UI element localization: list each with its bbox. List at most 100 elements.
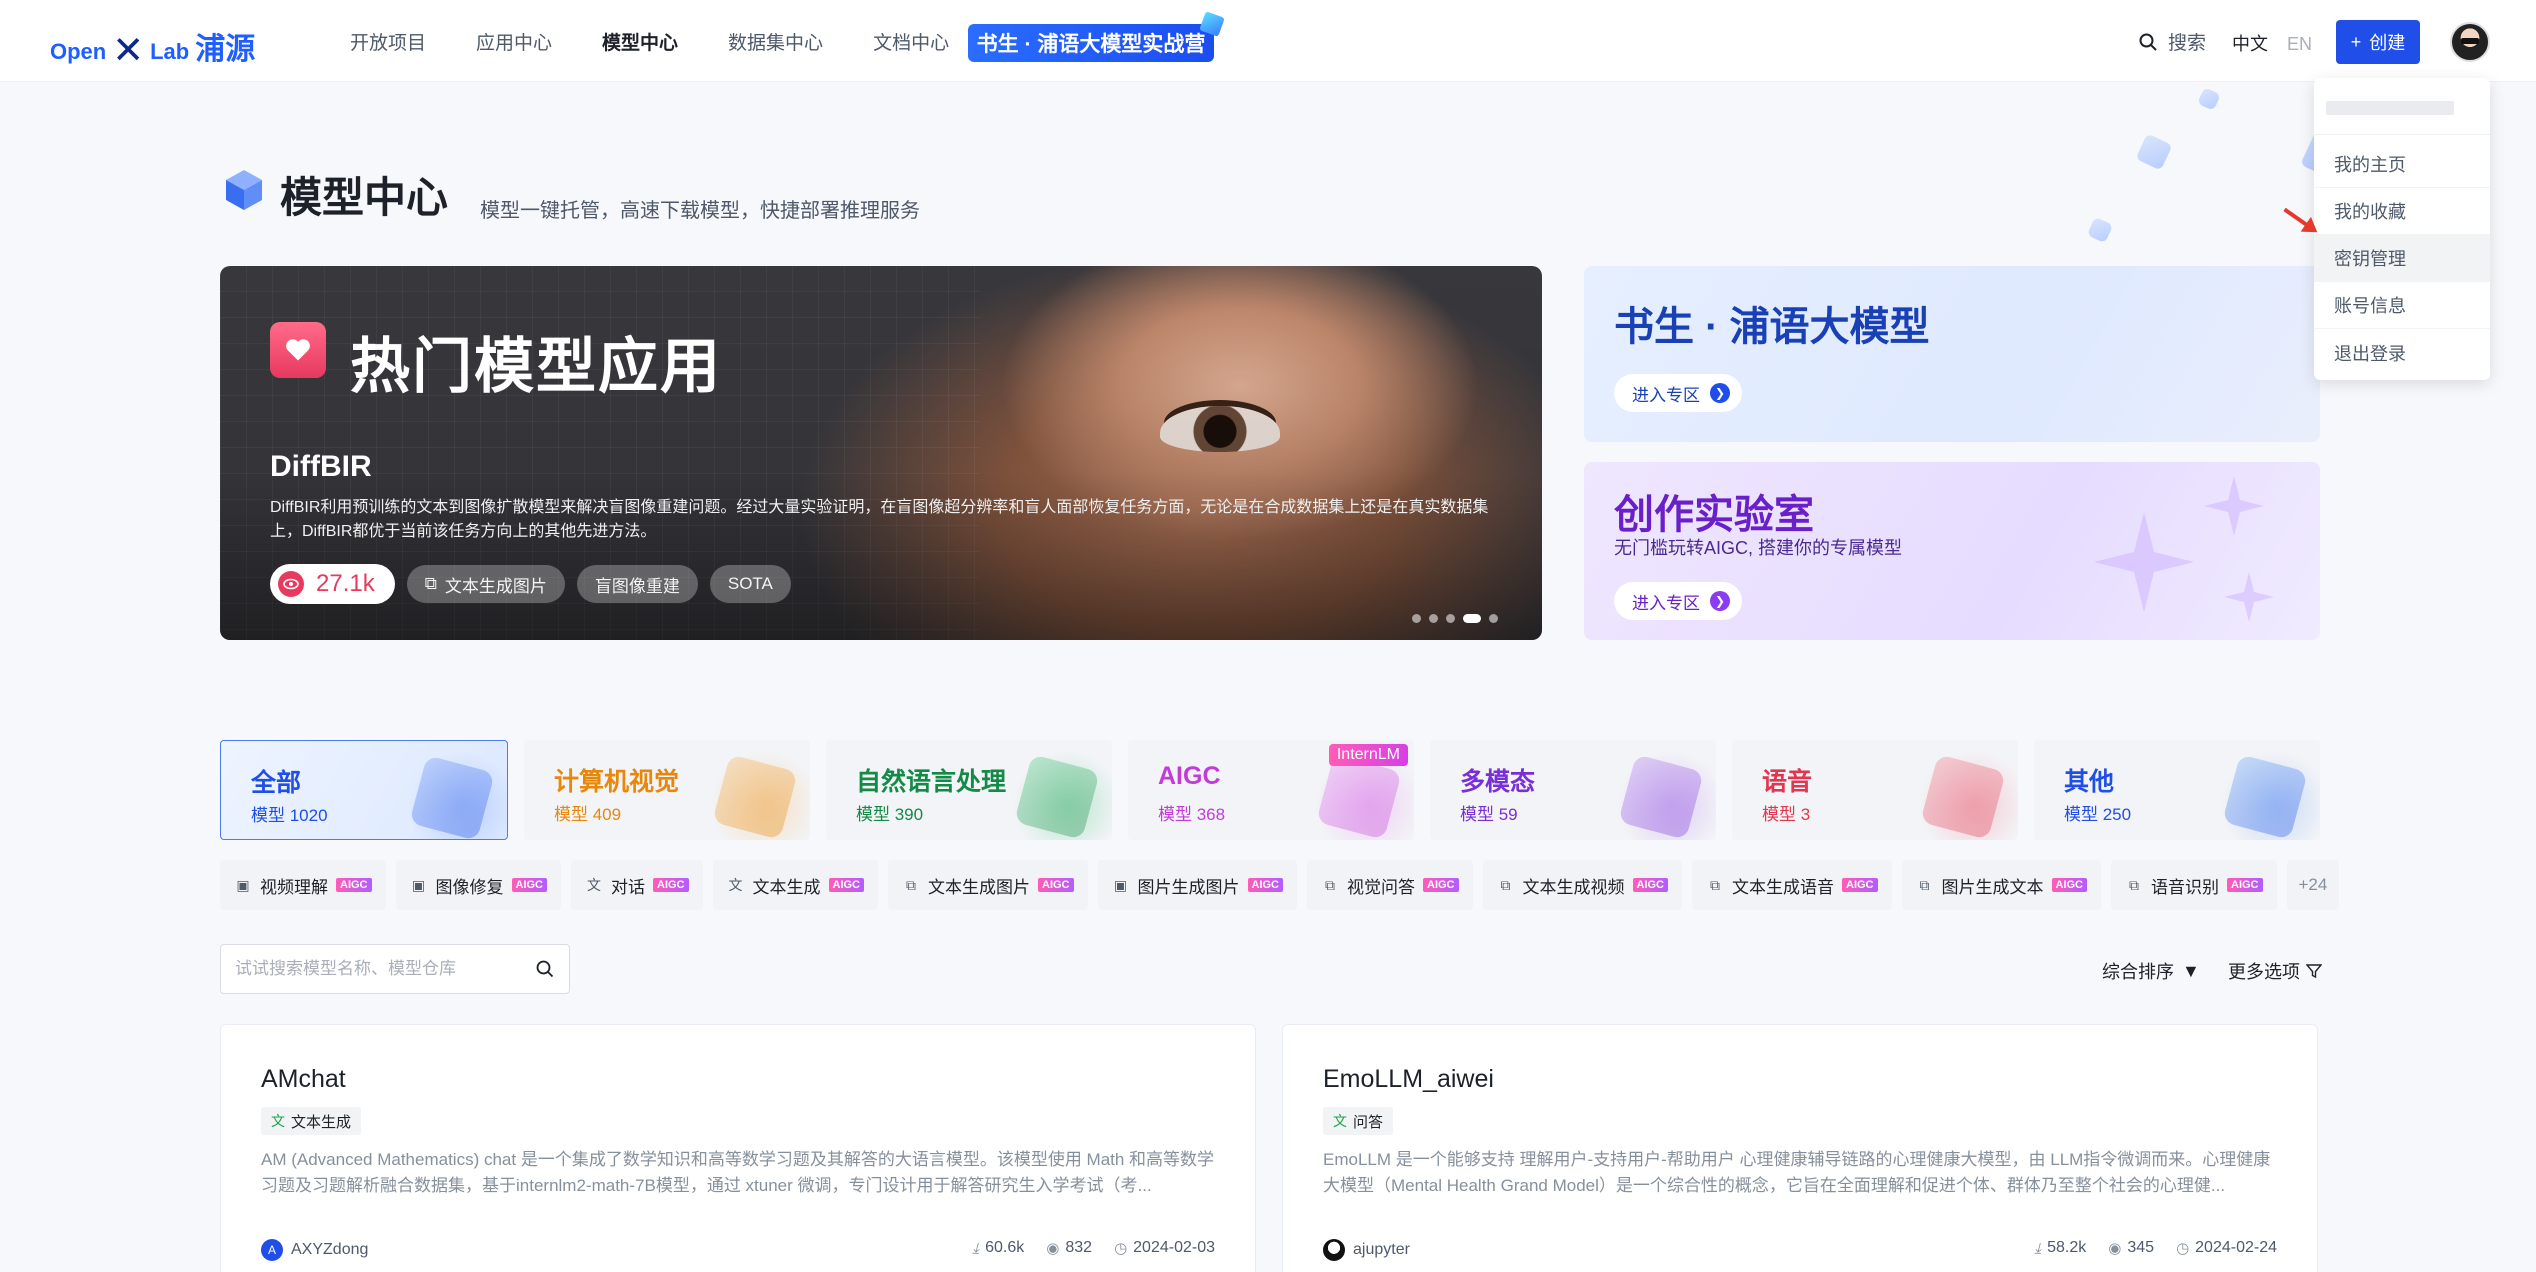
aigc-badge: AIGC [1247, 878, 1283, 892]
carousel-dot[interactable] [1489, 614, 1498, 623]
download-icon: ⤓ [972, 1239, 980, 1257]
task-tag[interactable]: 文对话 AIGC [571, 860, 703, 910]
nav-open-projects[interactable]: 开放项目 [350, 28, 426, 55]
hero-tag[interactable]: ⧉ 文本生成图片 [406, 565, 565, 603]
date-value: 2024-02-03 [1133, 1239, 1215, 1256]
model-title[interactable]: EmoLLM_aiwei [1323, 1065, 1494, 1094]
task-tag[interactable]: ⧉ 文本生成图片 AIGC [888, 860, 1088, 910]
model-title[interactable]: AMchat [261, 1065, 346, 1094]
promo-creation-lab[interactable]: 创作实验室 无门槛玩转AIGC, 搭建你的专属模型 进入专区 ❯ [1584, 462, 2320, 640]
aigc-badge: AIGC [1038, 878, 1074, 892]
task-tag-label: 图片生成文本 [1941, 877, 2044, 897]
category-name: 计算机视觉 [554, 768, 680, 796]
promo-title: 书生 · 浦语大模型 [1614, 305, 1930, 349]
category-count: 模型 3 [1762, 805, 1811, 824]
filter-icon [2306, 964, 2322, 979]
model-tag[interactable]: 文 问答 [1323, 1107, 1394, 1135]
more-options-button[interactable]: 更多选项 [2228, 958, 2322, 984]
model-author[interactable]: ajupyter [1323, 1239, 1410, 1261]
task-tag[interactable]: ⧉ 图片生成文本 AIGC [1901, 860, 2101, 910]
category-speech[interactable]: 语音 模型 3 [1732, 740, 2018, 840]
category-nlp[interactable]: 自然语言处理 模型 390 [826, 740, 1112, 840]
task-tag-label: 文本生成视频 [1522, 877, 1625, 897]
enter-zone-button[interactable]: 进入专区 ❯ [1614, 582, 1742, 620]
menu-logout[interactable]: 退出登录 [2314, 329, 2490, 376]
category-all[interactable]: 全部 模型 1020 [220, 740, 508, 840]
model-tag[interactable]: 文 文本生成 [261, 1107, 362, 1135]
page-subtitle: 模型一键托管，高速下载模型，快捷部署推理服务 [480, 200, 920, 222]
lang-zh[interactable]: 中文 [2232, 34, 2268, 54]
carousel-dot[interactable] [1463, 614, 1481, 623]
task-tag-label: 语音识别 [2151, 877, 2219, 897]
hero-views-value: 27.1k [316, 570, 375, 597]
translate-icon: 文 [587, 877, 601, 893]
model-stats: ⤓ 58.2k ◉ 345 ◷ 2024-02-24 [2034, 1239, 2277, 1257]
aigc-badge: AIGC [2051, 878, 2087, 892]
menu-key-management[interactable]: 密钥管理 [2314, 235, 2490, 282]
plus-icon: + [2350, 31, 2362, 52]
download-count: ⤓ 60.6k [972, 1239, 1024, 1257]
nav-model-center[interactable]: 模型中心 [602, 28, 678, 55]
model-tag-label: 文本生成 [291, 1113, 352, 1131]
hero-tag-label: 文本生成图片 [444, 576, 547, 596]
top-header: Open ✕ Lab 浦源 开放项目 应用中心 模型中心 数据集中心 文档中心 … [0, 0, 2536, 82]
view-count: ◉ 345 [2108, 1239, 2154, 1257]
user-avatar[interactable] [2450, 22, 2490, 62]
task-tag[interactable]: ▣ 图片生成图片 AIGC [1097, 860, 1297, 910]
category-other[interactable]: 其他 模型 250 [2034, 740, 2320, 840]
task-tag[interactable]: ▣ 视频理解 AIGC [220, 860, 386, 910]
task-tags: ▣ 视频理解 AIGC ▣ 图像修复 AIGC 文对话 AIGC 文文本生成 AIGC ⧉ 文本生成图… [220, 860, 2340, 910]
lang-en[interactable]: EN [2287, 34, 2312, 54]
model-search-input[interactable] [235, 959, 535, 979]
promo-internlm[interactable]: 书生 · 浦语大模型 进入专区 ❯ [1584, 266, 2320, 442]
download-icon: ⤓ [2034, 1239, 2042, 1257]
hero-model-name[interactable]: DiffBIR [270, 450, 372, 484]
hero-tag[interactable]: 盲图像重建 [576, 565, 698, 603]
menu-my-favorites[interactable]: 我的收藏 [2314, 188, 2490, 235]
nav-dataset-center[interactable]: 数据集中心 [728, 28, 823, 55]
carousel-dot[interactable] [1412, 614, 1421, 623]
decor-cube [2197, 87, 2221, 111]
logo-text-puyuan: 浦源 [195, 33, 256, 66]
menu-my-home[interactable]: 我的主页 [2314, 141, 2490, 188]
category-multimodal[interactable]: 多模态 模型 59 [1430, 740, 1716, 840]
menu-account-info[interactable]: 账号信息 [2314, 282, 2490, 329]
task-tag[interactable]: ⧉ 视觉问答 AIGC [1307, 860, 1473, 910]
task-tag[interactable]: ▣ 图像修复 AIGC [395, 860, 561, 910]
openxlab-logo[interactable]: Open ✕ Lab 浦源 [50, 24, 256, 70]
header-search[interactable]: 搜索 [2138, 28, 2206, 55]
model-author[interactable]: A AXYZdong [261, 1239, 368, 1261]
create-button[interactable]: + 创建 [2336, 20, 2420, 64]
camp-banner[interactable]: 书生 · 浦语大模型实战营 [968, 11, 1225, 62]
hero-tag[interactable]: SOTA [709, 565, 791, 603]
search-icon[interactable] [535, 959, 555, 979]
category-computer-vision[interactable]: 计算机视觉 模型 409 [524, 740, 810, 840]
search-icon [2139, 33, 2157, 51]
sort-dropdown[interactable]: 综合排序 ▼ [2102, 958, 2200, 984]
hero-heading: 热门模型应用 [350, 333, 722, 400]
enter-zone-label: 进入专区 [1632, 385, 1700, 405]
category-aigc[interactable]: AIGC 模型 368 InternLM [1128, 740, 1414, 840]
model-card[interactable]: AMchat 文 文本生成 AM (Advanced Mathematics) … [220, 1024, 1256, 1272]
enter-zone-button[interactable]: 进入专区 ❯ [1614, 374, 1742, 412]
task-tag[interactable]: ⧉ 语音识别 AIGC [2111, 860, 2277, 910]
nav-app-center[interactable]: 应用中心 [476, 28, 552, 55]
promo-title: 创作实验室 [1614, 493, 1814, 537]
eye-icon [278, 571, 304, 597]
task-tag[interactable]: ⧉ 文本生成语音 AIGC [1692, 860, 1892, 910]
model-card[interactable]: EmoLLM_aiwei 文 问答 EmoLLM 是一个能够支持 理解用户-支持… [1282, 1024, 2318, 1272]
image-icon: ▣ [411, 876, 426, 893]
carousel-dot[interactable] [1446, 614, 1455, 623]
eye-icon: ◉ [1046, 1240, 1060, 1257]
hero-carousel[interactable]: 热门模型应用 DiffBIR DiffBIR利用预训练的文本到图像扩散模型来解决… [220, 266, 1542, 640]
nav-docs-center[interactable]: 文档中心 [873, 28, 949, 55]
aigc-badge: AIGC [653, 878, 689, 892]
author-avatar: A [261, 1239, 283, 1261]
category-name: 其他 [2064, 768, 2115, 796]
carousel-dot[interactable] [1429, 614, 1438, 623]
aigc-badge: AIGC [1842, 878, 1878, 892]
task-tag[interactable]: ⧉ 文本生成视频 AIGC [1482, 860, 1682, 910]
task-tag[interactable]: 文文本生成 AIGC [712, 860, 878, 910]
more-tags-button[interactable]: +24 [2286, 860, 2340, 910]
aigc-badge: AIGC [511, 878, 547, 892]
